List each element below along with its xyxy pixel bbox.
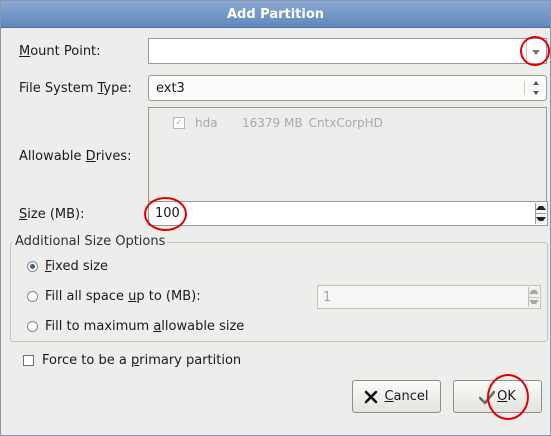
mount-point-combo[interactable]: [148, 38, 547, 64]
cancel-button[interactable]: Cancel: [352, 380, 441, 413]
primary-partition-label[interactable]: Force to be a primary partition: [42, 353, 241, 368]
ok-button[interactable]: OK: [453, 380, 542, 413]
cancel-icon: [364, 390, 378, 404]
size-options-title: Additional Size Options: [13, 234, 168, 249]
ok-button-label: OK: [497, 389, 516, 404]
cancel-button-label: Cancel: [384, 389, 429, 404]
fill-upto-label[interactable]: Fill all space up to (MB):: [45, 289, 201, 304]
add-partition-dialog: Add Partition Mount Point: File System T…: [0, 0, 551, 436]
fixed-size-label[interactable]: Fixed size: [45, 259, 108, 274]
ok-icon: [479, 389, 496, 405]
size-input[interactable]: 100: [155, 206, 180, 221]
fill-max-label[interactable]: Fill to maximum allowable size: [45, 319, 244, 334]
select-arrows-icon: [524, 81, 540, 95]
drive-size: 16379 MB: [242, 116, 303, 130]
fs-type-value: ext3: [156, 80, 185, 96]
mount-point-label: Mount Point:: [19, 44, 101, 59]
fs-type-label: File System Type:: [19, 81, 132, 96]
drive-checkbox: ✓: [173, 117, 185, 129]
mount-point-dropdown-button[interactable]: [526, 41, 544, 61]
spin-up-icon[interactable]: [536, 203, 546, 213]
spin-up-icon[interactable]: [529, 287, 539, 297]
fill-upto-spinbutton[interactable]: 1: [317, 285, 541, 309]
drive-model: CntxCorpHD: [308, 116, 383, 130]
size-spin-buttons[interactable]: [535, 203, 546, 224]
chevron-down-icon: [531, 44, 540, 59]
spin-down-icon[interactable]: [536, 213, 546, 224]
spin-down-icon[interactable]: [529, 296, 539, 308]
fill-upto-radio[interactable]: [27, 291, 38, 302]
allowable-drives-label: Allowable Drives:: [19, 149, 132, 164]
fill-upto-input[interactable]: 1: [323, 290, 331, 305]
size-spinbutton[interactable]: 100: [148, 201, 548, 226]
drive-name: hda: [195, 116, 218, 130]
drive-row: ✓ hda 16379 MB CntxCorpHD: [173, 116, 383, 130]
fill-upto-spin-buttons[interactable]: [528, 287, 539, 307]
dialog-title: Add Partition: [1, 1, 550, 28]
fill-max-radio[interactable]: [27, 321, 38, 332]
fs-type-select[interactable]: ext3: [148, 75, 547, 101]
primary-partition-checkbox[interactable]: [23, 355, 34, 366]
size-label: Size (MB):: [19, 207, 85, 222]
fixed-size-radio[interactable]: [27, 261, 38, 272]
